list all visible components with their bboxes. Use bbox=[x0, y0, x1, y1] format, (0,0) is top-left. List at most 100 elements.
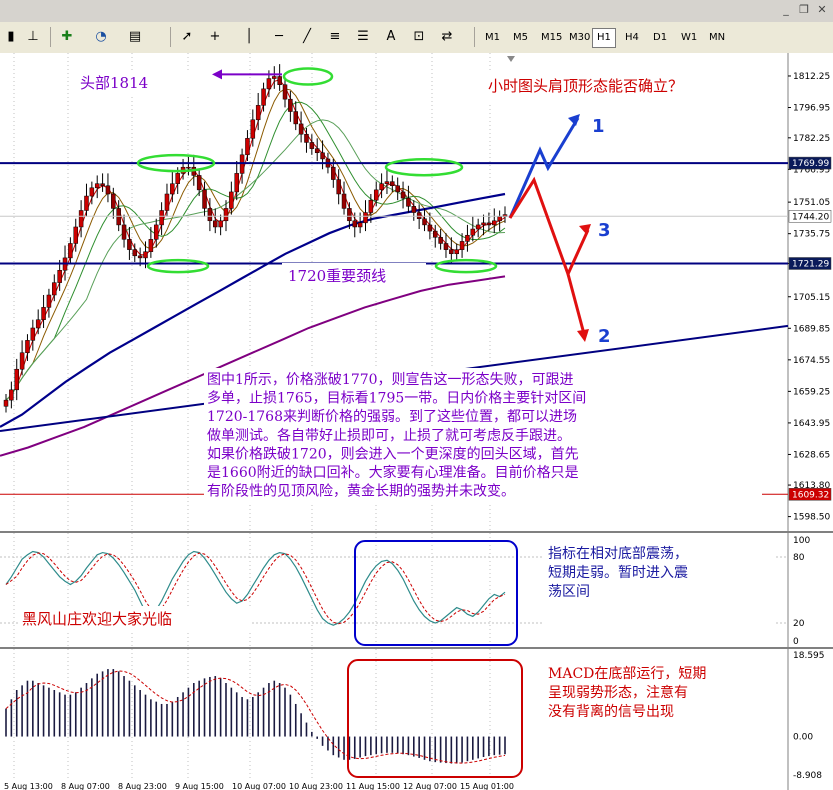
candle-body bbox=[304, 133, 309, 143]
timeframe-w1[interactable]: W1 bbox=[676, 28, 702, 48]
candle-body bbox=[100, 183, 105, 186]
candle-body bbox=[196, 175, 202, 191]
chart-type-icon[interactable]: ▮ bbox=[2, 28, 20, 46]
price-marker-label: 1744.20 bbox=[792, 212, 829, 222]
price-marker-label: 1609.32 bbox=[792, 490, 829, 500]
timeframe-m1[interactable]: M1 bbox=[480, 28, 505, 48]
price-tick-label: 1705.15 bbox=[793, 293, 830, 303]
add-indicator-icon[interactable]: ✚ bbox=[58, 28, 76, 46]
candle-body bbox=[282, 84, 288, 100]
candle-body bbox=[416, 212, 422, 219]
candle-body bbox=[9, 389, 14, 401]
candle-body bbox=[309, 142, 315, 149]
price-tick-label: 1643.95 bbox=[793, 419, 830, 429]
text-icon[interactable]: A bbox=[382, 28, 400, 46]
cursor-icon[interactable]: ➚ bbox=[178, 28, 196, 46]
main-text-line: 做单测试。各自带好止损即可，止损了就可考虑反手跟进。 bbox=[207, 428, 571, 444]
price-tick-label: 1598.50 bbox=[793, 513, 830, 523]
candle-body bbox=[475, 224, 481, 230]
stoch-tick-label: 0 bbox=[793, 637, 799, 647]
candle-body bbox=[46, 294, 52, 308]
time-axis-label: 8 Aug 07:00 bbox=[61, 782, 110, 790]
close-icon[interactable]: ✕ bbox=[814, 3, 830, 17]
candle-body bbox=[486, 222, 492, 226]
candle-body bbox=[153, 224, 159, 240]
macd-tick-label: 0.00 bbox=[793, 733, 813, 743]
candle-body bbox=[52, 282, 57, 296]
clock-icon[interactable]: ◔ bbox=[92, 28, 110, 46]
neckline-label: 1720重要颈线 bbox=[288, 267, 386, 285]
candle-body bbox=[400, 191, 406, 199]
candle-body bbox=[94, 183, 100, 189]
timeframe-h1[interactable]: H1 bbox=[592, 28, 616, 48]
text-label-icon[interactable]: ⊡ bbox=[410, 28, 428, 46]
minimize-icon[interactable]: _ bbox=[778, 3, 794, 17]
arrows-icon[interactable]: ⇄ bbox=[438, 28, 456, 46]
candle-body bbox=[57, 270, 62, 283]
candle-body bbox=[164, 193, 170, 211]
timeframe-d1[interactable]: D1 bbox=[648, 28, 672, 48]
candle-body bbox=[132, 249, 138, 257]
scenario-2-label: 2 bbox=[598, 326, 611, 347]
timeframe-m5[interactable]: M5 bbox=[508, 28, 533, 48]
candle-body bbox=[207, 208, 213, 222]
candle-body bbox=[266, 78, 272, 90]
macd-tick-label: 18.595 bbox=[793, 651, 825, 661]
price-marker-label: 1769.99 bbox=[792, 159, 829, 169]
crosshair-icon[interactable]: + bbox=[206, 28, 224, 46]
time-axis-label: 11 Aug 15:00 bbox=[346, 782, 400, 790]
timeframe-h4[interactable]: H4 bbox=[620, 28, 644, 48]
main-text-line: 多单，止损1765，目标看1795一带。日内价格主要针对区间 bbox=[207, 390, 586, 407]
candle-body bbox=[465, 234, 470, 242]
candle-body bbox=[492, 220, 497, 226]
candle-body bbox=[111, 193, 116, 209]
candle-body bbox=[331, 166, 336, 180]
vertical-line-icon[interactable]: │ bbox=[240, 28, 258, 46]
candle-body bbox=[202, 189, 207, 209]
time-axis-label: 8 Aug 23:00 bbox=[118, 782, 167, 790]
candle-body bbox=[30, 327, 36, 341]
trendline-icon[interactable]: ╱ bbox=[298, 28, 316, 46]
candle-body bbox=[255, 105, 261, 121]
candle-body bbox=[459, 241, 465, 250]
timeframe-m15[interactable]: M15 bbox=[536, 28, 567, 48]
window-title-bar: _ ❐ ✕ bbox=[0, 0, 833, 23]
time-axis-label: 12 Aug 07:00 bbox=[403, 782, 457, 790]
candle-body bbox=[148, 239, 154, 252]
candle-body bbox=[298, 123, 304, 135]
candle-body bbox=[223, 208, 229, 222]
horizontal-line-icon[interactable]: ─ bbox=[270, 28, 288, 46]
fibonacci-icon[interactable]: ≡ bbox=[326, 28, 344, 46]
main-text-line: 是1660附近的缺口回补。大家要有心理准备。目前价格只是 bbox=[207, 464, 579, 481]
candle-body bbox=[481, 222, 486, 226]
candle-body bbox=[357, 222, 363, 228]
timeframe-mn[interactable]: MN bbox=[704, 28, 730, 48]
template-icon[interactable]: ▤ bbox=[126, 28, 144, 46]
stoch-tick-label: 20 bbox=[793, 619, 805, 629]
candle-body bbox=[25, 340, 30, 353]
scenario-3-label: 3 bbox=[598, 220, 611, 241]
channel-icon[interactable]: ☰ bbox=[354, 28, 372, 46]
candle-body bbox=[272, 76, 277, 79]
candle-body bbox=[454, 249, 459, 255]
stoch-text-line: 指标在相对底部震荡， bbox=[548, 546, 688, 562]
add-chart-icon[interactable]: ⊥ bbox=[24, 28, 42, 46]
restore-icon[interactable]: ❐ bbox=[796, 3, 812, 17]
candle-body bbox=[35, 319, 41, 329]
macd-text-line: MACD在底部运行，短期 bbox=[548, 666, 706, 682]
candle-body bbox=[143, 251, 148, 259]
candle-body bbox=[186, 166, 191, 169]
candle-body bbox=[229, 191, 234, 209]
main-text-line: 1720-1768来判断价格的强弱。到了这些位置，都可以进场 bbox=[207, 408, 577, 425]
stoch-text-line: 短期走弱。暂时进入震 bbox=[548, 565, 688, 581]
watermark-label: 黑风山庄欢迎大家光临 bbox=[22, 610, 172, 628]
candle-body bbox=[449, 249, 454, 255]
candle-body bbox=[438, 237, 443, 244]
candle-body bbox=[352, 220, 358, 228]
candle-body bbox=[137, 255, 143, 259]
timeframe-m30[interactable]: M30 bbox=[564, 28, 595, 48]
macd-tick-label: -8.908 bbox=[793, 771, 822, 781]
price-tick-label: 1735.75 bbox=[793, 230, 830, 240]
price-tick-label: 1796.95 bbox=[793, 104, 830, 114]
stoch-tick-label: 100 bbox=[793, 536, 810, 546]
